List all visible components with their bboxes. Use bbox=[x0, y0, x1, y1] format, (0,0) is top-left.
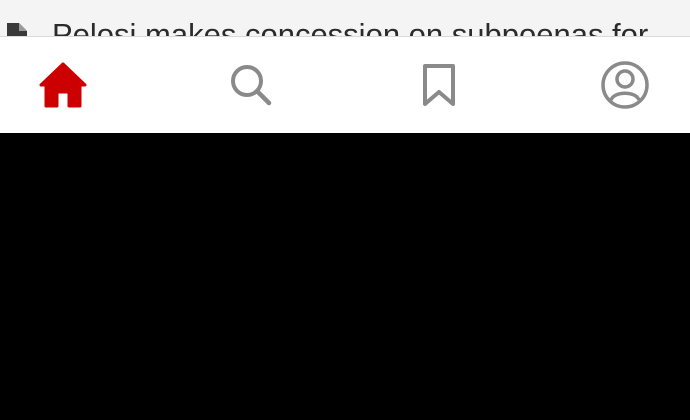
home-icon bbox=[38, 62, 88, 108]
bookmark-icon bbox=[421, 63, 457, 107]
tab-home[interactable] bbox=[18, 37, 108, 133]
tab-search[interactable] bbox=[206, 37, 296, 133]
document-icon bbox=[5, 23, 27, 36]
article-peek-banner[interactable]: Pelosi makes concession on subpoenas for bbox=[0, 0, 690, 36]
article-peek-title: Pelosi makes concession on subpoenas for bbox=[52, 17, 649, 36]
bottom-tab-bar bbox=[0, 36, 690, 133]
tab-saved[interactable] bbox=[394, 37, 484, 133]
profile-icon bbox=[600, 60, 650, 110]
tab-profile[interactable] bbox=[580, 37, 670, 133]
search-icon bbox=[229, 63, 273, 107]
content-area bbox=[0, 133, 690, 420]
